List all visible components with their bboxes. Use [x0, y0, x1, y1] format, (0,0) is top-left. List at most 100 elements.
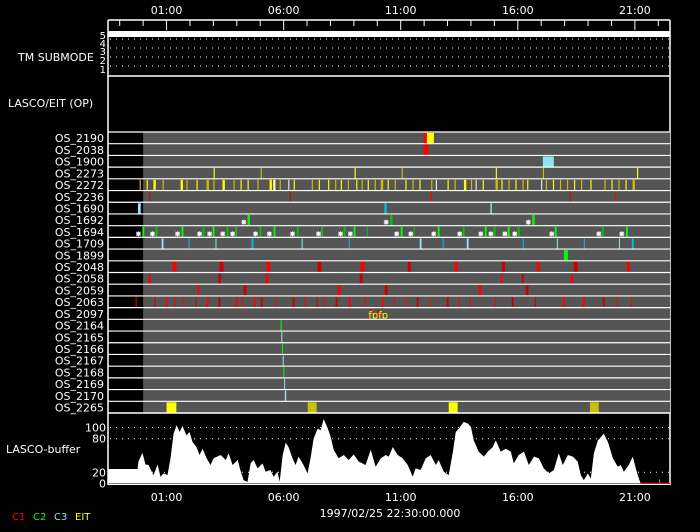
- event-bar: [478, 285, 482, 296]
- buffer-y-tick-label: 20: [92, 466, 106, 479]
- event-bar: [247, 214, 250, 226]
- row-background: [143, 331, 670, 343]
- event-bar: [153, 179, 156, 191]
- bottom-tick-label: 06:00: [268, 491, 300, 504]
- lasco-eit-timeline-chart: TM SUBMODE LASCO/EIT (OP) LASCO-buffer 1…: [6, 4, 671, 523]
- event-bar: [266, 261, 271, 273]
- event-bar: [284, 378, 286, 390]
- event-bar: [482, 179, 484, 191]
- row-background: [143, 202, 670, 214]
- event-bar: [601, 226, 604, 238]
- row-background: [143, 167, 670, 179]
- event-bar: [366, 226, 368, 238]
- legend-c1: C1: [12, 512, 25, 523]
- event-bar: [206, 179, 209, 191]
- event-bar: [387, 179, 389, 191]
- event-bar: [165, 296, 168, 308]
- event-bar: [202, 226, 205, 238]
- event-bar: [139, 179, 141, 191]
- event-bar: [335, 179, 337, 191]
- event-bar: [614, 191, 617, 203]
- event-bar: [356, 179, 358, 191]
- event-bar: [253, 296, 256, 308]
- op-label: LASCO/EIT (OP): [8, 97, 93, 110]
- event-bar: [354, 168, 356, 179]
- event-bar: [293, 179, 295, 191]
- event-bar: [590, 179, 592, 191]
- event-bar: [454, 261, 458, 273]
- event-bar: [463, 179, 467, 191]
- event-bar: [515, 179, 517, 191]
- event-bar: [161, 238, 164, 250]
- row-background: [143, 249, 670, 261]
- event-bar: [275, 296, 277, 308]
- star-marker: [488, 231, 494, 237]
- event-bar: [625, 226, 628, 238]
- star-marker: [383, 219, 389, 225]
- event-bar: [359, 273, 363, 285]
- star-marker: [338, 231, 344, 237]
- event-bar: [316, 296, 318, 308]
- event-bar: [500, 273, 503, 285]
- event-bar: [384, 203, 387, 214]
- event-bar: [288, 179, 290, 191]
- event-bar: [166, 402, 177, 413]
- star-marker: [525, 219, 531, 225]
- event-bar: [493, 226, 496, 238]
- star-marker: [135, 231, 141, 237]
- event-bar: [559, 179, 562, 191]
- star-marker: [241, 219, 247, 225]
- event-bar: [181, 226, 184, 238]
- event-bar: [412, 179, 414, 191]
- star-marker: [549, 231, 555, 237]
- bottom-tick-label: 11:00: [385, 491, 417, 504]
- buffer-y-tick-label: 80: [92, 433, 106, 446]
- row-background: [143, 225, 670, 238]
- legend-eit: EIT: [75, 512, 91, 523]
- event-bar: [583, 238, 585, 250]
- event-bar: [235, 226, 237, 238]
- event-bar: [501, 261, 505, 273]
- event-bar: [413, 226, 415, 238]
- top-tick-label: 11:00: [385, 4, 417, 17]
- event-bar: [618, 179, 620, 191]
- event-bar: [317, 261, 322, 273]
- star-marker: [347, 231, 353, 237]
- event-bar: [247, 179, 249, 191]
- event-bar: [511, 296, 514, 308]
- event-bar: [507, 226, 510, 238]
- star-marker: [290, 231, 296, 237]
- event-bar: [429, 296, 431, 308]
- row-background: [143, 307, 670, 320]
- event-bar: [569, 191, 571, 203]
- event-bar: [260, 168, 262, 179]
- event-bar: [405, 179, 407, 191]
- event-bar: [281, 332, 283, 343]
- event-bar: [301, 238, 303, 250]
- event-bar: [348, 296, 351, 308]
- event-bar: [335, 296, 338, 308]
- event-bar: [448, 402, 458, 413]
- event-bar: [142, 226, 145, 238]
- star-marker: [457, 231, 463, 237]
- star-marker: [408, 231, 414, 237]
- event-bar: [180, 179, 183, 191]
- event-bar: [604, 179, 606, 191]
- event-bar: [296, 226, 299, 238]
- event-bar: [174, 296, 176, 308]
- star-marker: [207, 231, 213, 237]
- event-bar: [222, 179, 225, 191]
- row-background: [143, 132, 670, 144]
- event-bar: [532, 214, 535, 226]
- event-bar: [381, 296, 384, 308]
- event-bar: [318, 179, 320, 191]
- event-bar: [542, 156, 554, 168]
- event-bar: [446, 296, 449, 308]
- star-marker: [512, 231, 518, 237]
- event-bar: [423, 144, 429, 156]
- event-bar: [282, 355, 284, 367]
- event-bar: [155, 226, 158, 238]
- event-bar: [470, 179, 473, 191]
- event-bar: [495, 179, 498, 191]
- event-bar: [469, 296, 471, 308]
